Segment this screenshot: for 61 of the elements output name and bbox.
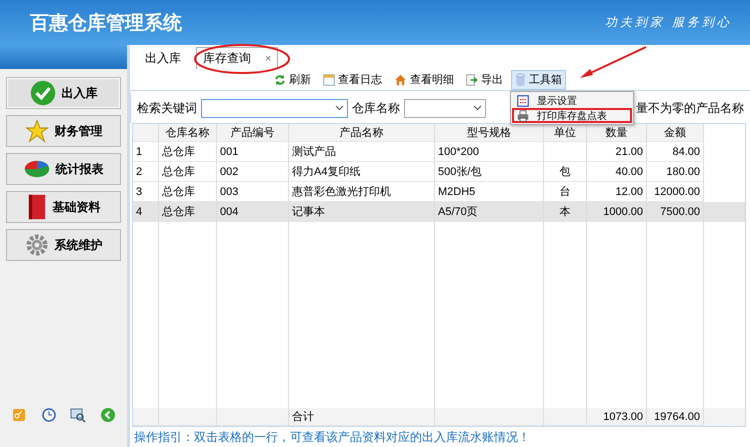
star-icon — [24, 119, 48, 143]
toolbar-button[interactable]: 查看明细 — [390, 70, 458, 90]
toolbar-button[interactable]: 查看日志 — [319, 70, 386, 90]
column-header[interactable]: 单位 — [544, 124, 587, 142]
chevron-down-icon — [334, 105, 344, 111]
toolbar-button[interactable]: 导出 — [462, 70, 507, 90]
filter-label: 量不为零的产品名称 — [636, 100, 744, 116]
toolbar-button[interactable]: 工具箱 — [511, 70, 566, 90]
gear-icon — [24, 233, 48, 257]
table-cell: 记事本 — [289, 202, 435, 222]
column-header[interactable]: 产品名称 — [289, 124, 435, 142]
table-cell: 004 — [217, 202, 289, 222]
table-cell: A5/70页 — [435, 202, 544, 222]
table-cell: 7500.00 — [647, 202, 704, 222]
app-title: 百惠仓库管理系统 — [30, 12, 182, 36]
toolbar-button[interactable]: 刷新 — [270, 70, 315, 90]
annotation-arrow — [578, 45, 648, 81]
key-icon[interactable] — [10, 407, 27, 423]
table-row[interactable]: 4 总仓库 004 记事本 A5/70页 本 1000.00 7500.00 — [133, 202, 745, 222]
sidebar-button[interactable]: 系统维护 — [6, 229, 121, 261]
calendar-icon — [323, 74, 335, 86]
sidebar-button[interactable]: 财务管理 — [6, 115, 121, 147]
tab[interactable]: 库存查询 × — [196, 47, 278, 69]
table-cell: 总仓库 — [159, 202, 217, 222]
sidebar-button[interactable]: 统计报表 — [6, 153, 121, 185]
refresh-icon — [274, 74, 286, 86]
total-amount: 19764.00 — [647, 408, 704, 426]
table-cell: 1000.00 — [587, 202, 647, 222]
column-header[interactable]: 型号规格 — [435, 124, 544, 142]
printer-icon — [517, 110, 529, 122]
column-header[interactable]: 金额 — [647, 124, 704, 142]
field-label: 仓库名称 — [352, 100, 400, 116]
column-header[interactable]: 数量 — [587, 124, 647, 142]
warehouse-combo[interactable] — [404, 98, 486, 118]
header-cell — [133, 124, 159, 142]
total-label: 合计 — [289, 408, 435, 426]
sidebar-button[interactable]: 出入库 — [6, 77, 121, 109]
menu-item[interactable]: 显示设置 — [512, 93, 632, 108]
clock-icon[interactable] — [40, 407, 57, 423]
export-icon — [466, 74, 478, 86]
table-cell: 本 — [544, 202, 587, 222]
pie-chart-icon — [24, 159, 50, 179]
slogan: 功夫到家 服务到心 — [605, 14, 732, 31]
database-icon — [515, 73, 526, 86]
menu-item[interactable]: 打印库存盘点表 — [512, 108, 632, 123]
close-icon[interactable]: × — [265, 52, 272, 64]
status-hint: 操作指引：双击表格的一行，可查看该产品资料对应的出入库流水账情况！ — [133, 429, 531, 446]
keyword-combo[interactable] — [201, 98, 348, 118]
row-number: 4 — [133, 202, 159, 222]
book-icon — [26, 194, 46, 220]
check-icon — [30, 80, 56, 106]
column-header[interactable]: 产品编号 — [217, 124, 289, 142]
back-icon[interactable] — [100, 407, 116, 423]
search-icon[interactable] — [70, 407, 86, 423]
total-quantity: 1073.00 — [587, 408, 647, 426]
column-header[interactable]: 仓库名称 — [159, 124, 217, 142]
chevron-down-icon — [473, 105, 482, 111]
grid-icon — [517, 94, 529, 106]
field-label: 检索关键词 — [137, 100, 197, 116]
sidebar-button[interactable]: 基础资料 — [6, 191, 121, 223]
house-icon — [394, 74, 407, 86]
